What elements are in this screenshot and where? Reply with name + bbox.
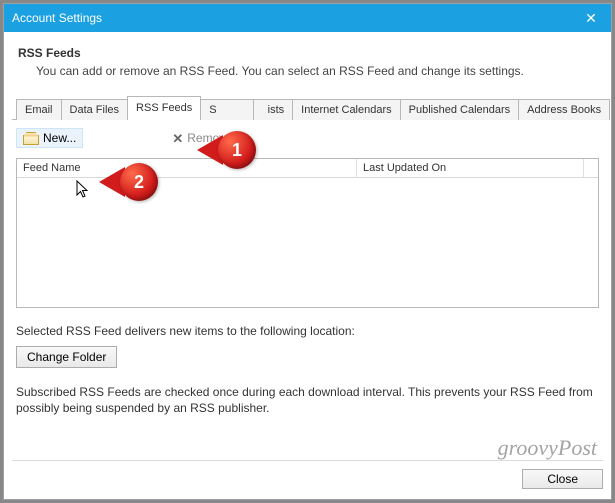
new-button[interactable]: New... [16,128,83,148]
watermark: groovyPost [498,435,597,461]
remove-button[interactable]: ✕ Remove [165,128,239,148]
tab-email[interactable]: Email [16,99,62,120]
new-icon [23,132,39,145]
tab-data-files[interactable]: Data Files [61,99,129,120]
titlebar: Account Settings ✕ [4,4,611,32]
tab-address-books[interactable]: Address Books [518,99,610,120]
tab-sharepoint-lists-tail[interactable]: ists [253,99,294,120]
window-title: Account Settings [12,11,571,25]
toolbar: New... ✕ Remove [12,120,603,158]
remove-icon: ✕ [172,132,183,145]
feeds-table[interactable]: Feed Name Last Updated On [16,158,599,308]
page-subtitle: You can add or remove an RSS Feed. You c… [36,64,603,78]
note-text: Subscribed RSS Feeds are checked once du… [16,384,599,416]
remove-button-label: Remove [187,131,232,145]
new-button-label: New... [43,131,76,145]
column-feed-name[interactable]: Feed Name [17,159,357,177]
tabstrip: Email Data Files RSS Feeds S ists Intern… [12,96,603,120]
dialog-footer: Close [12,460,603,489]
page-title: RSS Feeds [18,46,603,60]
account-settings-window: Account Settings ✕ RSS Feeds You can add… [3,3,612,500]
content-area: RSS Feeds You can add or remove an RSS F… [4,32,611,499]
column-spacer [584,159,598,177]
close-button[interactable]: Close [522,469,603,489]
change-folder-button[interactable]: Change Folder [16,346,117,368]
table-header: Feed Name Last Updated On [17,159,598,178]
tab-published-calendars[interactable]: Published Calendars [400,99,520,120]
tab-sharepoint-lists[interactable]: S [200,99,253,120]
close-icon: ✕ [585,10,597,27]
location-text: Selected RSS Feed delivers new items to … [16,324,599,338]
tab-internet-calendars[interactable]: Internet Calendars [292,99,401,120]
column-last-updated[interactable]: Last Updated On [357,159,584,177]
tab-rss-feeds[interactable]: RSS Feeds [127,96,201,120]
window-close-button[interactable]: ✕ [571,4,611,32]
